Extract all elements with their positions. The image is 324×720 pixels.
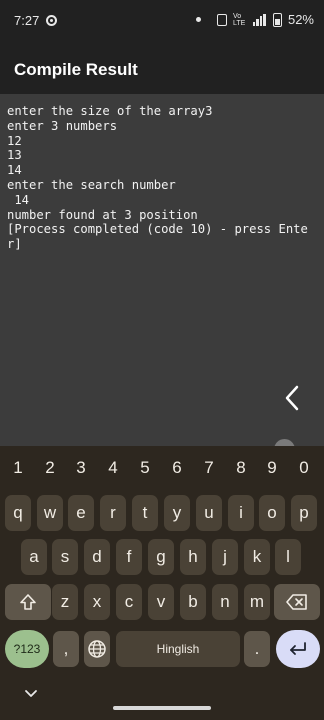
key-5[interactable]: 5 xyxy=(132,458,158,478)
key-1[interactable]: 1 xyxy=(5,458,31,478)
key-p[interactable]: p xyxy=(291,495,317,531)
key-6[interactable]: 6 xyxy=(164,458,190,478)
backspace-icon xyxy=(286,594,307,610)
volte-label: Vo LTE xyxy=(232,12,246,27)
key-7[interactable]: 7 xyxy=(196,458,222,478)
notification-dot-icon xyxy=(195,17,201,22)
language-button[interactable] xyxy=(84,631,110,667)
enter-button[interactable] xyxy=(276,630,320,668)
key-comma[interactable]: , xyxy=(53,631,79,667)
status-time: 7:27 xyxy=(14,13,40,28)
key-h[interactable]: h xyxy=(180,539,206,575)
key-y[interactable]: y xyxy=(164,495,190,531)
key-3[interactable]: 3 xyxy=(68,458,94,478)
status-bar: 7:27 Vo LTE 52% xyxy=(0,0,324,42)
notification-record-icon xyxy=(46,15,57,26)
key-e[interactable]: e xyxy=(68,495,94,531)
key-o[interactable]: o xyxy=(259,495,285,531)
key-i[interactable]: i xyxy=(228,495,254,531)
key-d[interactable]: d xyxy=(84,539,110,575)
shift-icon xyxy=(20,594,36,610)
key-a[interactable]: a xyxy=(21,539,47,575)
key-period[interactable]: . xyxy=(244,631,270,667)
console-output-text: enter the size of the array3 enter 3 num… xyxy=(7,104,308,252)
key-f[interactable]: f xyxy=(116,539,142,575)
key-u[interactable]: u xyxy=(196,495,222,531)
battery-icon xyxy=(272,12,282,27)
keyboard-number-row: 1 2 3 4 5 6 7 8 9 0 xyxy=(0,458,324,480)
console-output-panel[interactable]: enter the size of the array3 enter 3 num… xyxy=(0,94,324,460)
enter-icon xyxy=(290,642,306,655)
key-b[interactable]: b xyxy=(180,584,206,620)
key-0[interactable]: 0 xyxy=(291,458,317,478)
chevron-left-icon[interactable] xyxy=(282,383,304,413)
key-k[interactable]: k xyxy=(244,539,270,575)
key-t[interactable]: t xyxy=(132,495,158,531)
signal-icon xyxy=(252,13,267,26)
key-s[interactable]: s xyxy=(52,539,78,575)
key-n[interactable]: n xyxy=(212,584,238,620)
globe-icon xyxy=(88,640,106,658)
home-indicator[interactable] xyxy=(113,706,211,710)
key-l[interactable]: l xyxy=(275,539,301,575)
page-title: Compile Result xyxy=(14,60,138,79)
key-x[interactable]: x xyxy=(84,584,110,620)
shift-button[interactable] xyxy=(5,584,51,620)
key-w[interactable]: w xyxy=(37,495,63,531)
key-r[interactable]: r xyxy=(100,495,126,531)
vibrate-icon xyxy=(216,13,227,26)
chevron-down-icon[interactable] xyxy=(24,688,38,700)
space-bar[interactable]: Hinglish xyxy=(116,631,240,667)
symbols-key[interactable]: ?123 xyxy=(5,630,49,668)
key-c[interactable]: c xyxy=(116,584,142,620)
backspace-button[interactable] xyxy=(274,584,320,620)
key-9[interactable]: 9 xyxy=(259,458,285,478)
key-z[interactable]: z xyxy=(52,584,78,620)
key-m[interactable]: m xyxy=(244,584,270,620)
key-j[interactable]: j xyxy=(212,539,238,575)
key-q[interactable]: q xyxy=(5,495,31,531)
status-icons: Vo LTE 52% xyxy=(195,12,314,27)
key-g[interactable]: g xyxy=(148,539,174,575)
battery-percent: 52% xyxy=(287,12,314,27)
app-bar: Compile Result xyxy=(0,42,324,94)
key-v[interactable]: v xyxy=(148,584,174,620)
key-2[interactable]: 2 xyxy=(37,458,63,478)
key-8[interactable]: 8 xyxy=(228,458,254,478)
key-4[interactable]: 4 xyxy=(100,458,126,478)
soft-keyboard xyxy=(0,446,324,720)
